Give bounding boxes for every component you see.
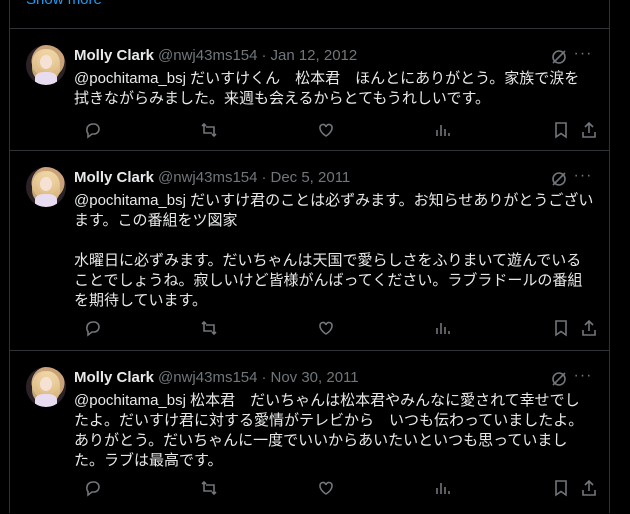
- share-icon[interactable]: [580, 319, 600, 339]
- views-icon[interactable]: [434, 121, 454, 141]
- bookmark-icon[interactable]: [552, 479, 572, 499]
- tweet-header: Molly Clark @nwj43ms154 · Jan 12, 2012: [74, 46, 357, 66]
- reply-icon[interactable]: [84, 121, 104, 141]
- tweet-text: @pochitama_bsj だいすけ君のことは必ずみます。お知らせありがとうご…: [74, 192, 594, 309]
- grok-icon[interactable]: [550, 48, 568, 66]
- separator: ·: [261, 47, 267, 64]
- heart-icon[interactable]: [317, 479, 337, 499]
- tweet-text: @pochitama_bsj だいすけくん 松本君 ほんとにありがとう。家族で涙…: [74, 70, 580, 107]
- tweet-date[interactable]: Nov 30, 2011: [270, 369, 358, 386]
- display-name[interactable]: Molly Clark: [74, 47, 154, 64]
- more-icon[interactable]: ···: [572, 46, 594, 66]
- tweet[interactable]: Molly Clark @nwj43ms154 · Dec 5, 2011 ··· @…: [10, 150, 609, 351]
- tweet-date[interactable]: Dec 5, 2011: [270, 169, 350, 186]
- tweet[interactable]: Molly Clark @nwj43ms154 · Jan 12, 2012 ··· …: [10, 28, 609, 151]
- tweet-header: Molly Clark @nwj43ms154 · Nov 30, 2011: [74, 368, 359, 388]
- retweet-icon[interactable]: [200, 479, 220, 499]
- bookmark-icon[interactable]: [552, 121, 572, 141]
- separator: ·: [261, 369, 267, 386]
- share-icon[interactable]: [580, 121, 600, 141]
- views-icon[interactable]: [434, 319, 454, 339]
- grok-icon[interactable]: [550, 370, 568, 388]
- bookmark-icon[interactable]: [552, 319, 572, 339]
- tweet-date[interactable]: Jan 12, 2012: [270, 47, 357, 64]
- display-name[interactable]: Molly Clark: [74, 169, 154, 186]
- user-handle[interactable]: @nwj43ms154: [158, 47, 257, 64]
- tweet[interactable]: Molly Clark @nwj43ms154 · Nov 30, 2011 ··· …: [10, 350, 609, 514]
- show-more-link[interactable]: Show more: [26, 0, 102, 9]
- heart-icon[interactable]: [317, 319, 337, 339]
- tweet-header: Molly Clark @nwj43ms154 · Dec 5, 2011: [74, 168, 350, 188]
- share-icon[interactable]: [580, 479, 600, 499]
- retweet-icon[interactable]: [200, 121, 220, 141]
- display-name[interactable]: Molly Clark: [74, 369, 154, 386]
- grok-icon[interactable]: [550, 170, 568, 188]
- timeline: Show more Molly Clark@nwj43ms154·Jan 12,…: [9, 0, 610, 513]
- tweet-text: @pochitama_bsj 松本君 だいちゃんは松本君やみんなに愛されて幸せで…: [74, 392, 584, 469]
- reply-icon[interactable]: [84, 319, 104, 339]
- reply-icon[interactable]: [84, 479, 104, 499]
- separator: ·: [261, 169, 267, 186]
- tweet-actions: [74, 121, 598, 141]
- retweet-icon[interactable]: [200, 319, 220, 339]
- avatar[interactable]: [26, 367, 66, 407]
- tweet-actions: [74, 479, 598, 499]
- user-handle[interactable]: @nwj43ms154: [158, 169, 257, 186]
- heart-icon[interactable]: [317, 121, 337, 141]
- avatar[interactable]: [26, 167, 66, 207]
- views-icon[interactable]: [434, 479, 454, 499]
- user-handle[interactable]: @nwj43ms154: [158, 369, 257, 386]
- more-icon[interactable]: ···: [572, 368, 594, 388]
- avatar[interactable]: [26, 45, 66, 85]
- more-icon[interactable]: ···: [572, 168, 594, 188]
- tweet-actions: [74, 319, 598, 339]
